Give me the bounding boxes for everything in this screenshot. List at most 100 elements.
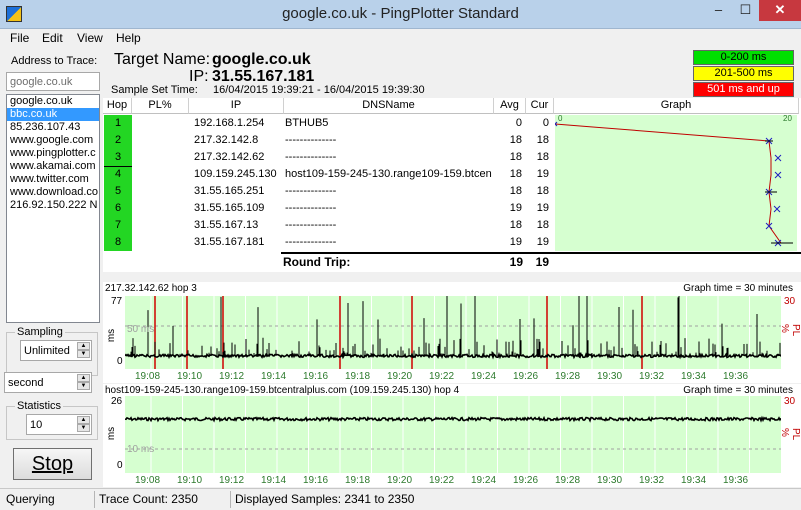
timeline-graph-hop4[interactable]: host109-159-245-130.range109-159.btcentr… — [103, 384, 801, 487]
latency-line — [125, 415, 781, 423]
address-list-item[interactable]: 85.236.107.43 — [7, 121, 99, 134]
hop-cur: 19 — [536, 202, 549, 214]
round-trip-cur: 19 — [535, 255, 549, 269]
y-unit-label: ms — [106, 328, 118, 343]
x-tick-label: 19:14 — [261, 475, 287, 486]
hop-pl — [135, 200, 187, 217]
title-bar[interactable]: google.co.uk - PingPlotter Standard – ☐ … — [0, 0, 801, 29]
pl-unit-label: PL % — [779, 428, 801, 440]
menu-bar: File Edit View Help — [0, 29, 801, 48]
hop-cur: 19 — [536, 168, 549, 180]
hop-cell: 5 — [104, 183, 132, 200]
y-unit-label: ms — [106, 426, 118, 441]
trace-table[interactable]: Hop PL% IP DNSName Avg Cur Graph 0 20 Ro… — [103, 98, 801, 272]
sample-set-label: Sample Set Time: — [111, 84, 198, 96]
col-pl[interactable]: PL% — [132, 98, 189, 114]
spin-down-icon[interactable]: ▼ — [77, 382, 90, 390]
timeline-graph-hop3[interactable]: 217.32.142.62 hop 3 Graph time = 30 minu… — [103, 282, 801, 383]
address-list-item[interactable]: www.akamai.com — [7, 160, 99, 173]
trace-row[interactable]: 1 192.168.1.254 BTHUB5 0 0 — [103, 115, 801, 132]
hop-avg: 18 — [509, 134, 522, 146]
col-dns[interactable]: DNSName — [284, 98, 494, 114]
status-trace-count: Trace Count: 2350 — [99, 492, 198, 506]
menu-file[interactable]: File — [10, 31, 29, 45]
pl-max-label: 30 — [784, 396, 796, 407]
col-ip[interactable]: IP — [189, 98, 284, 114]
hop-avg: 18 — [509, 151, 522, 163]
app-window: google.co.uk - PingPlotter Standard – ☐ … — [0, 0, 801, 510]
hop-cur: 18 — [536, 219, 549, 231]
hop-pl — [135, 183, 187, 200]
trace-row[interactable]: 6 31.55.165.109 -------------- 19 19 — [103, 200, 801, 217]
x-tick-label: 19:10 — [177, 475, 203, 486]
hop-cur: 18 — [536, 151, 549, 163]
latency-trace-svg — [125, 296, 781, 369]
graph-title: 217.32.142.62 hop 3 — [105, 283, 197, 294]
x-tick-label: 19:36 — [723, 475, 749, 486]
x-tick-label: 19:32 — [639, 371, 665, 382]
status-bar: Querying Trace Count: 2350 Displayed Sam… — [0, 488, 801, 510]
col-cur[interactable]: Cur — [526, 98, 554, 114]
graph-time: Graph time = 30 minutes — [683, 283, 793, 294]
stop-button[interactable]: Stop — [13, 448, 92, 480]
interval-value: second — [8, 377, 44, 389]
hop-dns: -------------- — [285, 236, 337, 248]
hop-cell: 8 — [104, 234, 132, 251]
trace-row[interactable]: 3 217.32.142.62 -------------- 18 18 — [103, 149, 801, 166]
trace-row[interactable]: 5 31.55.165.251 -------------- 18 18 — [103, 183, 801, 200]
latency-plot[interactable]: 50 ms — [125, 296, 781, 369]
status-state: Querying — [6, 492, 55, 506]
latency-plot[interactable]: 10 ms — [125, 396, 781, 473]
address-input[interactable] — [6, 72, 100, 91]
trace-row[interactable]: 2 217.32.142.8 -------------- 18 18 — [103, 132, 801, 149]
address-list-item[interactable]: www.download.co — [7, 186, 99, 199]
address-list-item[interactable]: www.twitter.com — [7, 173, 99, 186]
hop-avg: 18 — [509, 168, 522, 180]
x-tick-label: 19:08 — [135, 371, 161, 382]
hop-pl — [135, 217, 187, 234]
hop-ip: 109.159.245.130 — [194, 168, 277, 180]
y-max-label: 77 — [111, 296, 123, 307]
spin-down-icon[interactable]: ▼ — [77, 350, 90, 358]
sampling-stepper[interactable]: Unlimited ▲ ▼ — [20, 340, 92, 361]
round-trip-label: Round Trip: — [283, 255, 351, 269]
col-hop[interactable]: Hop — [103, 98, 132, 114]
hop-ip: 217.32.142.8 — [194, 134, 259, 146]
x-tick-label: 19:22 — [429, 371, 455, 382]
x-tick-label: 19:34 — [681, 371, 707, 382]
address-list-item[interactable]: www.pingplotter.c — [7, 147, 99, 160]
latency-trace-svg — [125, 396, 781, 473]
spin-down-icon[interactable]: ▼ — [77, 424, 90, 432]
address-list-item[interactable]: google.co.uk — [7, 95, 99, 108]
hop-cur: 19 — [536, 236, 549, 248]
address-list-item[interactable]: www.google.com — [7, 134, 99, 147]
trace-row[interactable]: 7 31.55.167.13 -------------- 18 18 — [103, 217, 801, 234]
spin-up-icon[interactable]: ▲ — [77, 342, 90, 350]
x-tick-label: 19:12 — [219, 475, 245, 486]
menu-view[interactable]: View — [77, 31, 103, 45]
trace-row[interactable]: 8 31.55.167.181 -------------- 19 19 — [103, 234, 801, 251]
col-avg[interactable]: Avg — [494, 98, 526, 114]
hop-avg: 19 — [509, 202, 522, 214]
address-list-item[interactable]: 216.92.150.222 N — [7, 199, 99, 212]
legend-green: 0-200 ms — [693, 50, 794, 65]
close-button[interactable]: ✕ — [759, 0, 801, 21]
x-tick-label: 19:20 — [387, 475, 413, 486]
menu-help[interactable]: Help — [116, 31, 141, 45]
hop-dns: -------------- — [285, 134, 337, 146]
minimize-button[interactable]: – — [705, 0, 732, 21]
address-list-item[interactable]: bbc.co.uk — [7, 108, 99, 121]
col-graph[interactable]: Graph — [554, 98, 799, 114]
menu-edit[interactable]: Edit — [42, 31, 63, 45]
spin-up-icon[interactable]: ▲ — [77, 374, 90, 382]
spin-up-icon[interactable]: ▲ — [77, 416, 90, 424]
statistics-stepper[interactable]: 10 ▲ ▼ — [26, 414, 92, 435]
x-tick-label: 19:36 — [723, 371, 749, 382]
interval-stepper[interactable]: second ▲ ▼ — [4, 372, 92, 393]
address-list[interactable]: google.co.uk bbc.co.uk 85.236.107.43 www.go… — [6, 94, 100, 323]
maximize-button[interactable]: ☐ — [732, 0, 759, 21]
trace-row[interactable]: 4 109.159.245.130 host109-159-245-130.rang… — [103, 166, 801, 183]
hop-cell: 6 — [104, 200, 132, 217]
hop-dns: -------------- — [285, 219, 337, 231]
hop-cell: 4 — [104, 166, 132, 183]
